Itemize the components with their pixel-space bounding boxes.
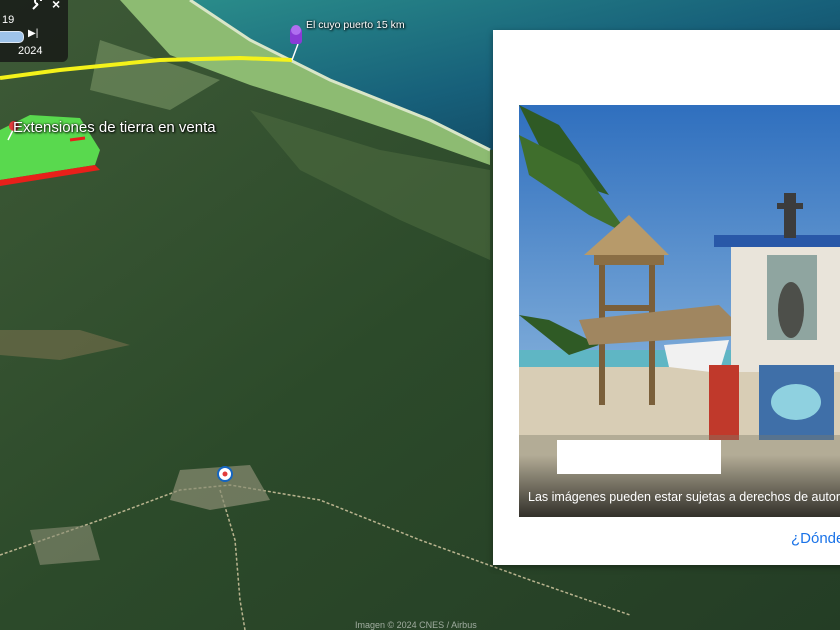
copyright-caption: Las imágenes pueden estar sujetas a dere… <box>528 490 840 504</box>
next-frame-icon[interactable]: ▶| <box>28 28 42 42</box>
where-link[interactable]: ¿Dónde <box>791 530 840 547</box>
year-start-label: 19 <box>2 14 15 26</box>
imagery-copyright: Imagen © 2024 CNES / Airbus <box>355 620 477 630</box>
port-label[interactable]: El cuyo puerto 15 km <box>306 19 405 31</box>
close-icon[interactable]: × <box>52 0 60 12</box>
year-end-label: 2024 <box>18 45 43 57</box>
historical-imagery-widget: 19 ▶| 2024 × <box>0 0 68 62</box>
settlement <box>30 525 100 565</box>
time-slider[interactable] <box>0 31 24 43</box>
redaction-box <box>557 440 721 474</box>
land-sale-label[interactable]: Extensiones de tierra en venta <box>13 119 216 136</box>
beach-photo[interactable]: Las imágenes pueden estar sujetas a dere… <box>519 105 840 517</box>
wrench-icon[interactable] <box>30 0 44 12</box>
land-polygon-mark <box>69 136 86 142</box>
photo-popup: Las imágenes pueden estar sujetas a dere… <box>493 30 840 565</box>
